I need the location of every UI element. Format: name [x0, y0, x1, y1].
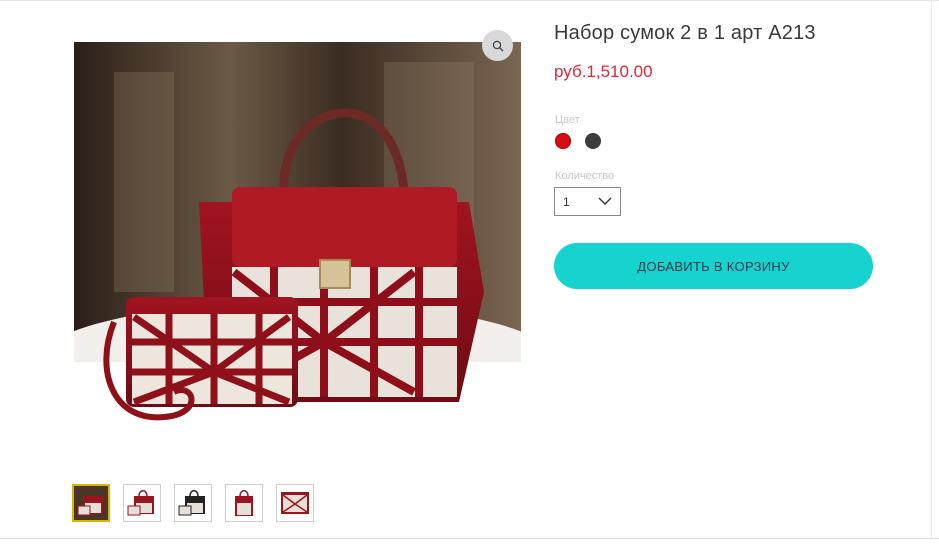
- product-title: Набор сумок 2 в 1 арт A213: [554, 22, 816, 44]
- thumbnail-5[interactable]: [276, 484, 314, 522]
- quantity-label: Количество: [555, 170, 615, 182]
- thumbnail-1[interactable]: [72, 484, 110, 522]
- thumbnail-strip: [72, 484, 314, 522]
- thumbnail-2[interactable]: [123, 484, 161, 522]
- product-main-image[interactable]: [74, 42, 521, 448]
- right-divider: [931, 0, 932, 543]
- bottom-divider: [0, 538, 939, 544]
- magnifier-icon: [492, 40, 503, 51]
- product-price: руб.1,510.00: [554, 62, 653, 81]
- color-swatch-dark[interactable]: [585, 133, 601, 149]
- zoom-button[interactable]: [482, 30, 513, 61]
- top-divider: [0, 0, 939, 1]
- chevron-down-icon: [598, 197, 612, 205]
- quantity-value: 1: [563, 194, 570, 209]
- quantity-select[interactable]: 1: [554, 187, 621, 216]
- color-swatch-red[interactable]: [555, 133, 571, 149]
- add-to-cart-button[interactable]: ДОБАВИТЬ В КОРЗИНУ: [554, 243, 873, 289]
- color-label: Цвет: [555, 114, 580, 126]
- thumbnail-4[interactable]: [225, 484, 263, 522]
- thumbnail-3[interactable]: [174, 484, 212, 522]
